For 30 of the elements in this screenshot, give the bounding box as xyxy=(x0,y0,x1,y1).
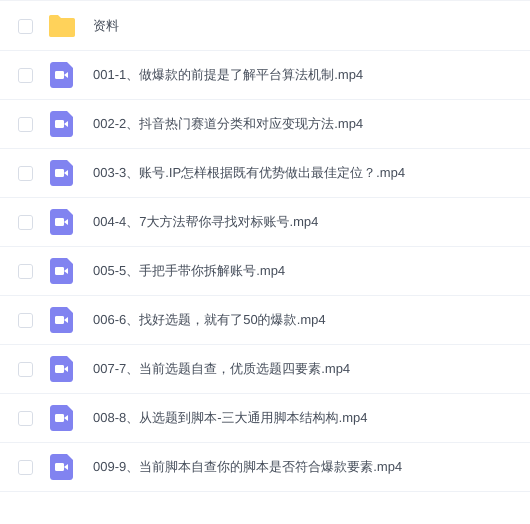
checkbox[interactable] xyxy=(18,166,33,180)
file-name[interactable]: 008-8、从选题到脚本-三大通用脚本结构构.mp4 xyxy=(93,408,368,428)
file-name[interactable]: 001-1、做爆款的前提是了解平台算法机制.mp4 xyxy=(93,65,364,85)
folder-icon xyxy=(48,14,76,38)
video-file-icon xyxy=(50,307,73,333)
video-file-icon xyxy=(50,258,73,284)
video-file-icon xyxy=(50,62,73,88)
checkbox[interactable] xyxy=(18,410,33,426)
file-name[interactable]: 007-7、当前选题自查，优质选题四要素.mp4 xyxy=(93,359,350,379)
video-file-icon xyxy=(50,356,73,382)
file-name[interactable]: 009-9、当前脚本自查你的脚本是否符合爆款要素.mp4 xyxy=(93,457,402,477)
checkbox[interactable] xyxy=(18,264,33,278)
video-file-icon xyxy=(50,209,73,235)
checkbox[interactable] xyxy=(18,214,33,230)
checkbox[interactable] xyxy=(18,116,33,132)
video-file-icon xyxy=(50,160,73,186)
checkbox[interactable] xyxy=(18,68,33,82)
video-file-icon xyxy=(50,454,73,480)
file-name[interactable]: 004-4、7大方法帮你寻找对标账号.mp4 xyxy=(93,212,318,232)
checkbox[interactable] xyxy=(18,312,33,328)
video-file-icon xyxy=(50,405,73,431)
file-name[interactable]: 003-3、账号.IP怎样根据既有优势做出最佳定位？.mp4 xyxy=(93,163,406,183)
checkbox[interactable] xyxy=(18,460,33,474)
file-name[interactable]: 002-2、抖音热门赛道分类和对应变现方法.mp4 xyxy=(93,114,364,134)
video-file-icon xyxy=(50,111,73,137)
file-name[interactable]: 006-6、找好选题，就有了50的爆款.mp4 xyxy=(93,310,326,330)
file-name[interactable]: 资料 xyxy=(93,16,119,36)
checkbox[interactable] xyxy=(18,18,33,34)
file-name[interactable]: 005-5、手把手带你拆解账号.mp4 xyxy=(93,261,286,281)
checkbox[interactable] xyxy=(18,362,33,376)
